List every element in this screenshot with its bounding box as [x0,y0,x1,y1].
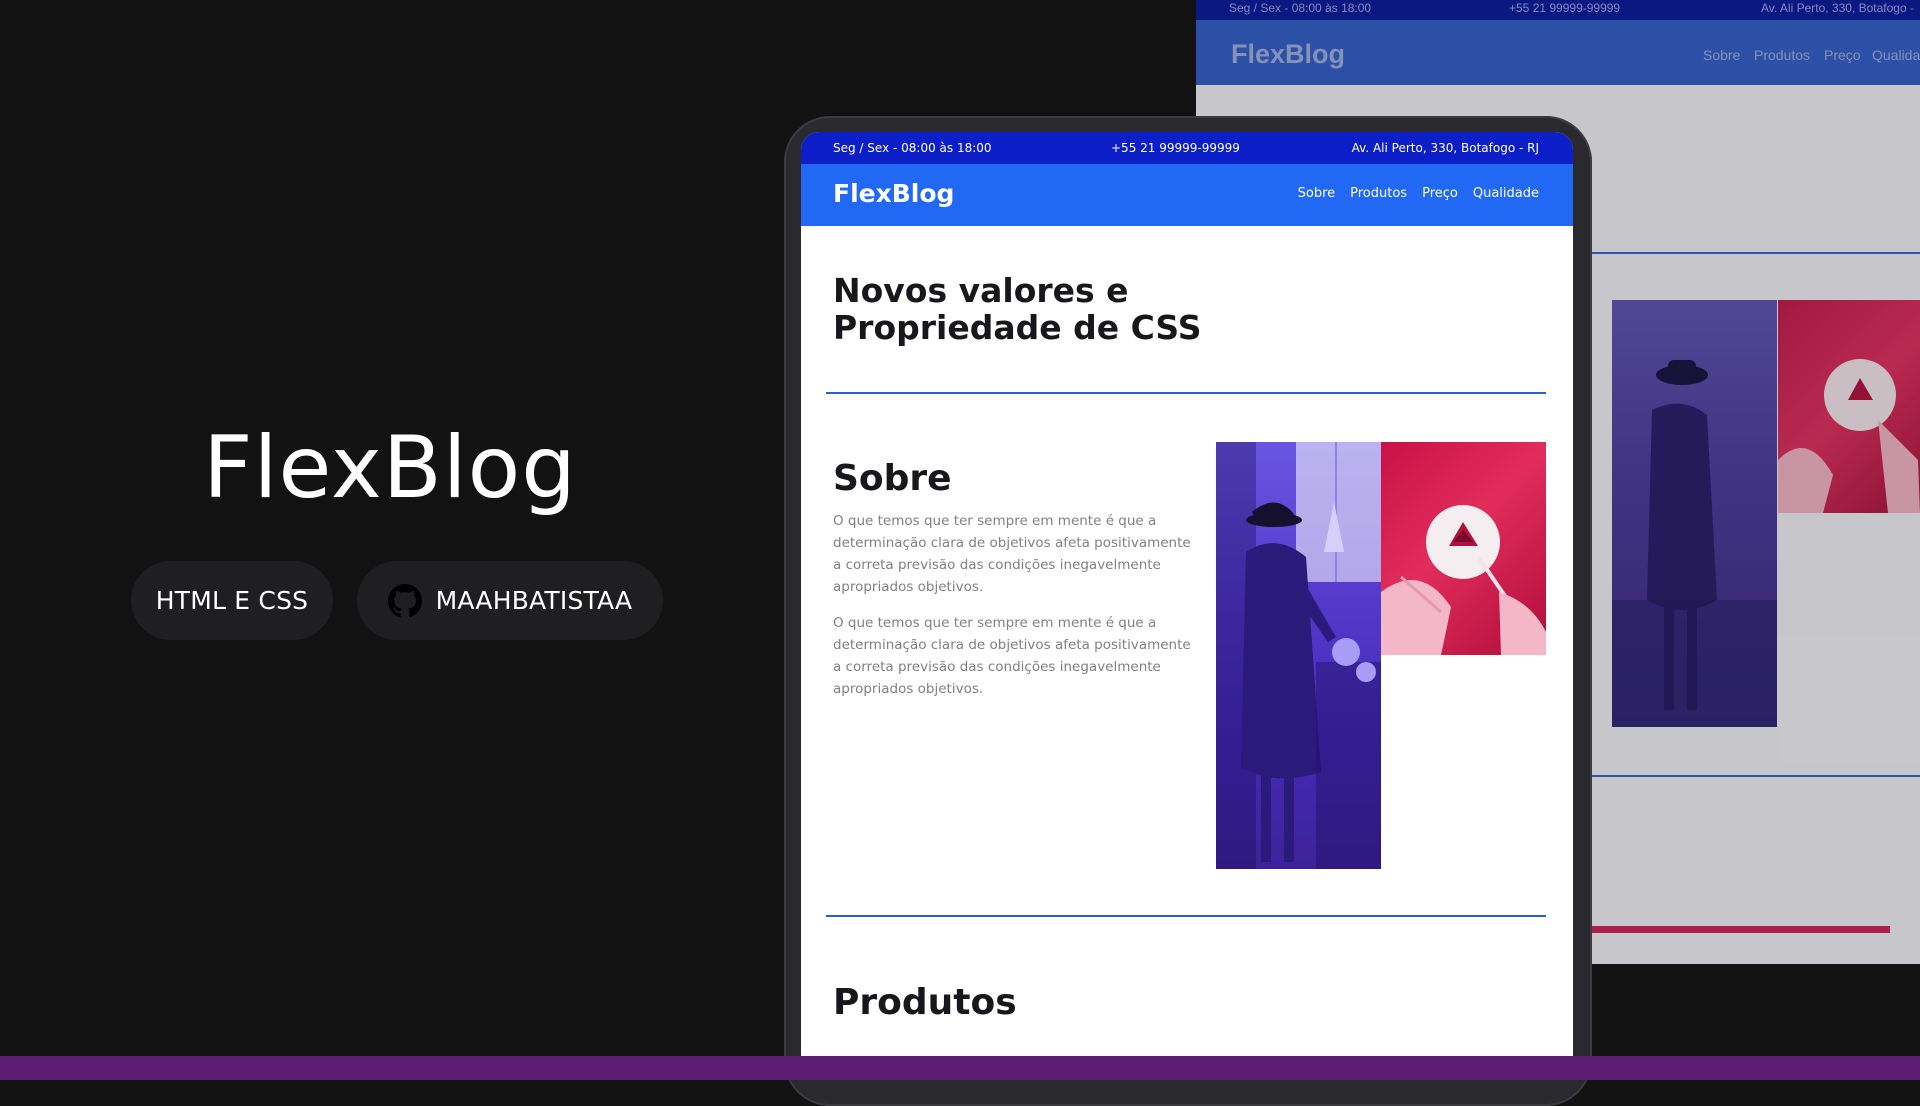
site-navbar: FlexBlog Sobre Produtos Preço Qualidade [801,164,1573,226]
bg-photo-woman [1612,300,1777,727]
bg-logo: FlexBlog [1231,39,1346,69]
nav-link-preco[interactable]: Preço [1422,186,1458,201]
tech-badge: HTML E CSS [131,561,333,640]
hero-title: Novos valores e Propriedade de CSS [833,272,1253,346]
sobre-paragraph-1: O que temos que ter sempre em mente é qu… [833,513,1191,595]
topbar-address: Av. Ali Perto, 330, Botafogo - RJ [1351,141,1539,155]
topbar-hours: Seg / Sex - 08:00 às 18:00 [833,141,992,155]
bg-nav-preco: Preço [1824,47,1861,63]
produtos-heading: Produtos [833,982,1017,1023]
hero-title-line-1: Novos valores e [833,271,1129,310]
hero-title-line-2: Propriedade de CSS [833,308,1202,347]
sobre-heading: Sobre [833,458,952,499]
site-topbar: Seg / Sex - 08:00 às 18:00 +55 21 99999-… [801,132,1573,164]
photo-hands-plate [1381,442,1546,655]
nav-link-sobre[interactable]: Sobre [1298,186,1336,201]
sobre-paragraph-2: O que temos que ter sempre em mente é qu… [833,615,1191,697]
section-divider [826,392,1546,394]
github-link-button[interactable]: MAAHBATISTAA [357,561,663,640]
bg-divider [1586,252,1920,254]
tech-badge-label: HTML E CSS [155,586,309,615]
github-username: MAAHBATISTAA [435,586,633,615]
bg-nav-qualidade: Qualida [1872,47,1920,63]
site-logo[interactable]: FlexBlog [833,179,954,208]
github-icon [387,583,422,618]
bg-nav-sobre: Sobre [1703,47,1741,63]
bg-photo-hands [1778,300,1920,513]
nav-link-qualidade[interactable]: Qualidade [1473,186,1539,201]
site-nav: Sobre Produtos Preço Qualidade [1298,186,1539,201]
bg-topbar-phone: +55 21 99999-99999 [1509,1,1621,15]
bottom-accent-bar [0,1056,1920,1080]
bg-divider-2 [1586,775,1920,777]
bg-topbar-address: Av. Ali Perto, 330, Botafogo - [1761,1,1914,15]
nav-link-produtos[interactable]: Produtos [1350,186,1407,201]
topbar-phone: +55 21 99999-99999 [1111,141,1240,155]
tablet-screen: Seg / Sex - 08:00 às 18:00 +55 21 99999-… [801,132,1573,1072]
bg-nav-produtos: Produtos [1754,47,1811,63]
bg-navbar: FlexBlog Sobre Produtos Preço Qualida [1196,20,1920,85]
section-divider-2 [826,915,1546,917]
bg-topbar: Seg / Sex - 08:00 às 18:00 +55 21 99999-… [1196,0,1920,20]
photo-woman-window [1216,442,1381,869]
bg-pink-accent [1589,926,1890,933]
promo-title: FlexBlog [203,418,577,518]
bg-topbar-hours: Seg / Sex - 08:00 às 18:00 [1229,1,1372,15]
